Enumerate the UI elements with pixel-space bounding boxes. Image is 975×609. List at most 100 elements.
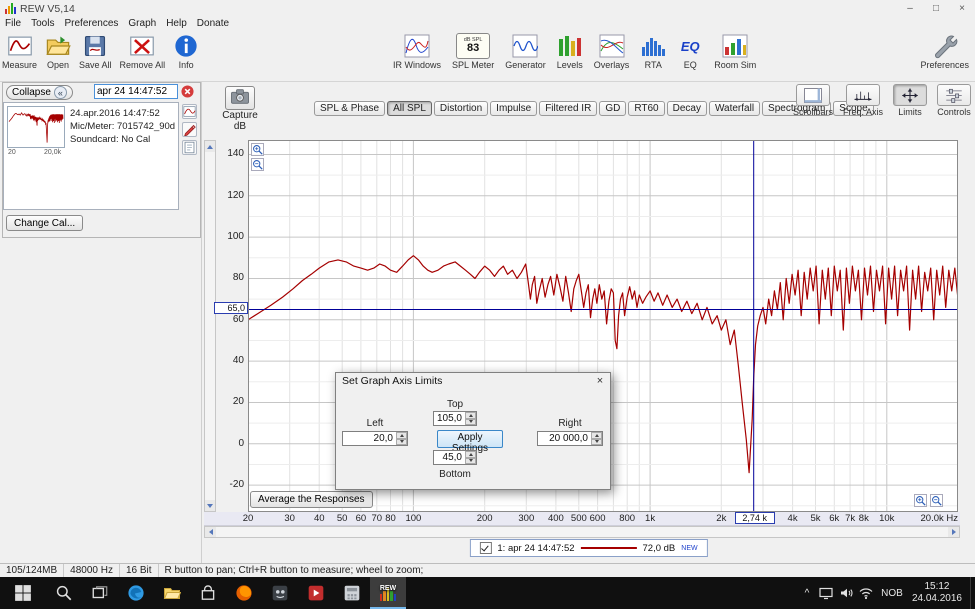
menu-help[interactable]: Help	[161, 18, 192, 29]
taskbar-search-button[interactable]	[46, 577, 82, 609]
toolbar-measure-button[interactable]: Measure	[2, 33, 37, 70]
app-dark-icon	[271, 584, 289, 602]
toolbar-save-all-button[interactable]: Save All	[79, 33, 112, 70]
toolbar-open-button[interactable]: Open	[45, 33, 71, 70]
zoom-in-y-button[interactable]	[251, 143, 264, 156]
view-freq-axis-button[interactable]: Freq. Axis	[843, 84, 883, 117]
tray-expand-icon[interactable]: ^	[798, 588, 816, 599]
collapse-panel-button[interactable]: Collapse «	[6, 85, 73, 100]
x-scroll-track[interactable]	[216, 527, 948, 537]
cursor-db-label: 65,0	[214, 302, 248, 314]
menu-donate[interactable]: Donate	[192, 18, 234, 29]
view-controls-button[interactable]: Controls	[937, 84, 971, 117]
tab-decay[interactable]: Decay	[667, 101, 707, 116]
trace-legend: 1: apr 24 14:47:52 72,0 dB NEW	[469, 539, 707, 557]
change-cal-button[interactable]: Change Cal...	[6, 215, 83, 231]
capture-button[interactable]	[225, 86, 255, 110]
measurement-name-input[interactable]	[94, 84, 178, 99]
taskbar-task-view-button[interactable]	[82, 577, 118, 609]
toolbar-levels-button[interactable]: Levels	[557, 33, 583, 70]
tab-impulse[interactable]: Impulse	[490, 101, 537, 116]
toolbar-spl-meter-button[interactable]: dB SPL83SPL Meter	[452, 33, 494, 70]
measurement-thumbnail[interactable]	[7, 106, 65, 148]
taskbar-rew-button[interactable]: REW	[370, 577, 406, 609]
network-icon[interactable]	[856, 585, 876, 601]
graph-tabs: SPL & PhaseAll SPLDistortionImpulseFilte…	[314, 101, 874, 116]
speaker-icon[interactable]	[836, 585, 856, 601]
view-limits-button[interactable]: Limits	[893, 84, 927, 117]
main-toolbar: Measure Open Save AllRemove All Info IR Win…	[0, 30, 975, 82]
taskbar-store-button[interactable]	[190, 577, 226, 609]
tab-spl-phase[interactable]: SPL & Phase	[314, 101, 385, 116]
cursor-freq-label: 2,74 k	[735, 512, 775, 524]
zoom-out-x-button[interactable]	[930, 494, 943, 507]
minimize-button[interactable]: –	[897, 0, 923, 17]
show-desktop-button[interactable]	[970, 577, 975, 609]
delete-measurement-button[interactable]	[181, 85, 194, 98]
taskbar-file-explorer-button[interactable]	[154, 577, 190, 609]
x-axis-tick-label: 600	[590, 513, 606, 524]
toolbar-generator-button[interactable]: Generator	[505, 33, 546, 70]
maximize-button[interactable]: □	[923, 0, 949, 17]
x-axis-tick-label: 400	[548, 513, 564, 524]
app-gray-icon	[343, 584, 361, 602]
tab-rt60[interactable]: RT60	[628, 101, 664, 116]
taskbar-start-button[interactable]	[0, 577, 46, 609]
toolbar-room-sim-button[interactable]: Room Sim	[714, 33, 756, 70]
taskbar-edge-button[interactable]	[118, 577, 154, 609]
notes-icon[interactable]	[182, 140, 197, 155]
menu-file[interactable]: File	[0, 18, 26, 29]
display-icon[interactable]	[816, 585, 836, 601]
top-decrement-icon[interactable]	[465, 419, 476, 426]
view-scrollbars-button[interactable]: Scrollbars	[793, 84, 833, 117]
collapse-icon: «	[54, 86, 67, 99]
toolbar-overlays-button[interactable]: Overlays	[594, 33, 630, 70]
right-decrement-icon[interactable]	[591, 439, 602, 446]
taskbar-app-gray-button[interactable]	[334, 577, 370, 609]
legend-value: 72,0 dB	[643, 543, 676, 554]
tab-waterfall[interactable]: Waterfall	[709, 101, 760, 116]
dialog-titlebar[interactable]: Set Graph Axis Limits ×	[336, 373, 610, 389]
scroll-down-icon[interactable]	[205, 500, 215, 511]
taskbar-app-red-button[interactable]	[298, 577, 334, 609]
menu-tools[interactable]: Tools	[26, 18, 59, 29]
x-axis-tick-label: 500	[571, 513, 587, 524]
eq-icon: EQ	[677, 33, 703, 59]
zoom-out-y-button[interactable]	[251, 158, 264, 171]
rew-logo-icon: REW	[380, 585, 397, 601]
menu-graph[interactable]: Graph	[123, 18, 161, 29]
taskbar-firefox-button[interactable]	[226, 577, 262, 609]
language-indicator[interactable]: NOB	[876, 588, 908, 599]
x-axis-scrollbar[interactable]	[204, 526, 960, 538]
apply-settings-button[interactable]: Apply Settings	[437, 430, 503, 448]
firefox-icon	[235, 584, 253, 602]
taskbar-app-dark-button[interactable]	[262, 577, 298, 609]
dialog-close-button[interactable]: ×	[590, 375, 610, 387]
left-decrement-icon[interactable]	[396, 439, 407, 446]
scroll-left-icon[interactable]	[205, 527, 216, 537]
y-axis-tick-label: 140	[212, 148, 244, 159]
toolbar-remove-all-button[interactable]: Remove All	[120, 33, 166, 70]
toolbar-rta-button[interactable]: RTA	[640, 33, 666, 70]
toolbar-info-button[interactable]: Info	[173, 33, 199, 70]
zoom-in-x-button[interactable]	[914, 494, 927, 507]
scroll-right-icon[interactable]	[948, 527, 959, 537]
toolbar-ir-windows-button[interactable]: IR Windows	[393, 33, 441, 70]
close-button[interactable]: ×	[949, 0, 975, 17]
graph-toggle-icon[interactable]	[182, 104, 197, 119]
tab-filtered-ir[interactable]: Filtered IR	[539, 101, 597, 116]
tab-distortion[interactable]: Distortion	[434, 101, 488, 116]
bottom-decrement-icon[interactable]	[465, 458, 476, 465]
store-icon	[199, 584, 217, 602]
legend-checkbox[interactable]	[479, 542, 491, 554]
average-responses-button[interactable]: Average the Responses	[250, 491, 373, 508]
clock[interactable]: 15:12 24.04.2016	[908, 581, 970, 606]
edge-icon	[127, 584, 145, 602]
menu-preferences[interactable]: Preferences	[59, 18, 123, 29]
toolbar-eq-button[interactable]: EQEQ	[677, 33, 703, 70]
edit-pencil-icon[interactable]	[182, 122, 197, 137]
taskbar: REW ^ NOB 15:12 24.04.2016	[0, 577, 975, 609]
tab-gd[interactable]: GD	[599, 101, 626, 116]
toolbar-preferences-button[interactable]: Preferences	[920, 33, 969, 70]
tab-all-spl[interactable]: All SPL	[387, 101, 432, 116]
